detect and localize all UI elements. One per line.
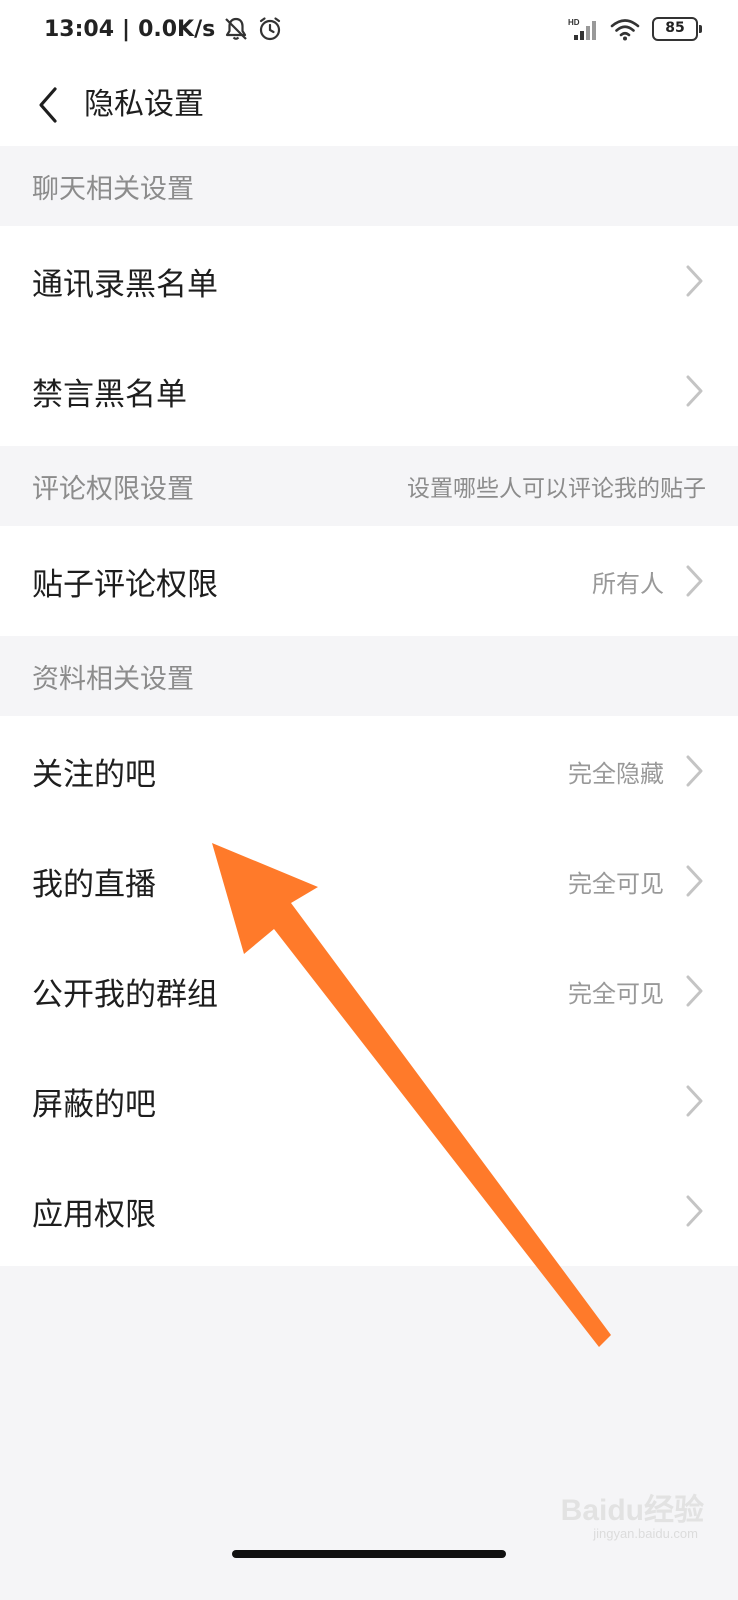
battery-icon: 85 [652, 17, 702, 41]
settings-group-profile: 关注的吧 完全隐藏 我的直播 完全可见 公开我的群组 完全可见 屏蔽的吧 应用权… [0, 716, 738, 1266]
watermark-logo: Baidu经验 [560, 1494, 704, 1527]
row-public-groups[interactable]: 公开我的群组 完全可见 [0, 936, 738, 1046]
section-title: 评论权限设置 [32, 473, 194, 505]
section-header-comment: 评论权限设置 设置哪些人可以评论我的贴子 [0, 446, 738, 526]
hd-signal-icon: HD [568, 18, 596, 40]
chevron-right-icon [686, 865, 703, 897]
row-value: 完全隐藏 [568, 759, 664, 788]
section-header-profile: 资料相关设置 [0, 636, 738, 716]
row-followed-bars[interactable]: 关注的吧 完全隐藏 [0, 716, 738, 826]
chevron-right-icon [686, 975, 703, 1007]
settings-group-chat: 通讯录黑名单 禁言黑名单 [0, 226, 738, 446]
row-label: 贴子评论权限 [32, 566, 218, 603]
settings-group-comment: 贴子评论权限 所有人 [0, 526, 738, 636]
row-blocked-bars[interactable]: 屏蔽的吧 [0, 1046, 738, 1156]
nav-bar: 隐私设置 [0, 64, 738, 146]
svg-text:HD: HD [568, 18, 580, 27]
row-label: 屏蔽的吧 [32, 1086, 156, 1123]
row-right [684, 1194, 706, 1228]
row-label: 通讯录黑名单 [32, 266, 218, 303]
row-value: 完全可见 [568, 979, 664, 1008]
row-mute-blacklist[interactable]: 禁言黑名单 [0, 336, 738, 446]
section-description: 设置哪些人可以评论我的贴子 [407, 476, 706, 502]
row-right: 完全隐藏 [568, 754, 706, 789]
row-right [684, 1084, 706, 1118]
row-my-live[interactable]: 我的直播 完全可见 [0, 826, 738, 936]
chevron-right-icon [686, 375, 703, 407]
page-title: 隐私设置 [84, 87, 204, 122]
back-button[interactable] [28, 80, 68, 130]
alarm-icon [260, 17, 281, 41]
chevron-right-icon [686, 755, 703, 787]
row-post-comment-permission[interactable]: 贴子评论权限 所有人 [0, 526, 738, 636]
row-label: 我的直播 [32, 866, 156, 903]
row-label: 关注的吧 [32, 756, 156, 793]
bell-off-icon [225, 17, 248, 40]
chevron-left-icon [39, 87, 57, 123]
row-right: 完全可见 [568, 864, 706, 899]
row-label: 公开我的群组 [32, 976, 218, 1013]
row-right [684, 374, 706, 408]
wifi-icon [610, 19, 640, 41]
row-label: 禁言黑名单 [32, 376, 187, 413]
chevron-right-icon [686, 265, 703, 297]
row-right: 完全可见 [568, 974, 706, 1009]
status-bar: 13:04 | 0.0K/s HD 85 [0, 0, 738, 64]
section-title: 资料相关设置 [32, 663, 194, 695]
status-separator: | [122, 16, 131, 42]
row-app-permissions[interactable]: 应用权限 [0, 1156, 738, 1266]
status-network-speed: 0.0K/s [138, 16, 216, 42]
section-header-chat: 聊天相关设置 [0, 146, 738, 226]
chevron-right-icon [686, 1085, 703, 1117]
row-contacts-blacklist[interactable]: 通讯录黑名单 [0, 226, 738, 336]
status-time: 13:04 [44, 16, 115, 42]
home-indicator[interactable] [232, 1550, 506, 1558]
row-right: 所有人 [592, 564, 706, 599]
battery-level: 85 [665, 20, 685, 36]
status-right: HD 85 [568, 16, 702, 42]
row-value: 完全可见 [568, 869, 664, 898]
watermark-url: jingyan.baidu.com [593, 1526, 698, 1541]
section-title: 聊天相关设置 [32, 173, 194, 205]
status-left: 13:04 | 0.0K/s [44, 16, 283, 42]
row-label: 应用权限 [32, 1196, 156, 1233]
chevron-right-icon [686, 565, 703, 597]
row-right [684, 264, 706, 298]
row-value: 所有人 [592, 569, 664, 598]
chevron-right-icon [686, 1195, 703, 1227]
